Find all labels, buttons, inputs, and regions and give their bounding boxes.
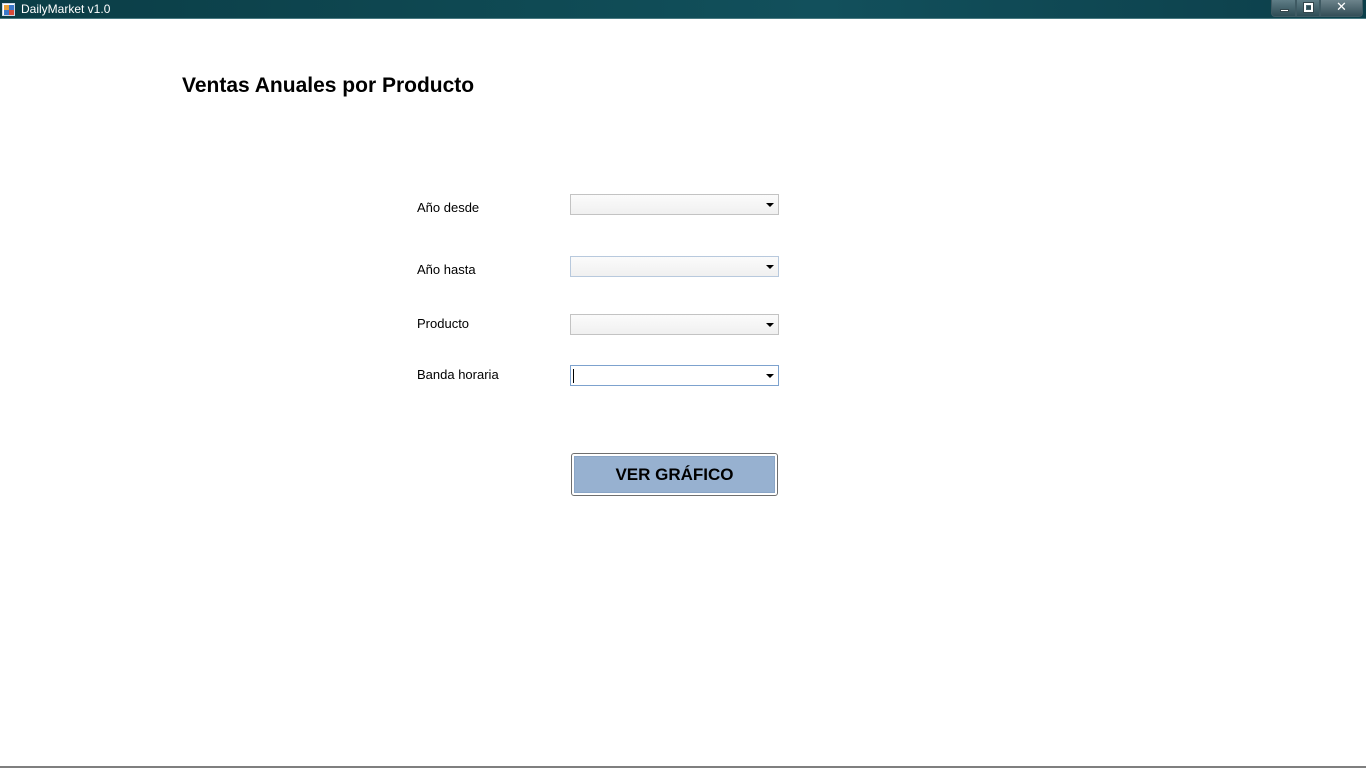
dropdown-arrow-icon[interactable] [766,265,774,269]
ver-grafico-button[interactable]: VER GRÁFICO [571,453,778,496]
ver-grafico-label: VER GRÁFICO [574,456,775,493]
minimize-icon [1280,9,1289,12]
dropdown-arrow-icon[interactable] [766,374,774,378]
producto-label: Producto [417,316,470,331]
banda-horaria-select[interactable] [570,365,779,386]
window-titlebar[interactable]: DailyMarket v1.0 ✕ [0,0,1366,19]
banda-horaria-label: Banda horaria [417,367,499,382]
anio-desde-label: Año desde [417,200,480,215]
producto-select[interactable] [570,314,779,335]
text-caret [573,369,574,383]
maximize-button[interactable] [1296,0,1320,17]
app-icon[interactable] [2,3,15,16]
dropdown-arrow-icon[interactable] [766,323,774,327]
dropdown-arrow-icon[interactable] [766,203,774,207]
page-title: Ventas Anuales por Producto [182,74,475,97]
anio-desde-select[interactable] [570,194,779,215]
window-title: DailyMarket v1.0 [21,2,111,16]
close-icon: ✕ [1336,0,1347,15]
anio-hasta-label: Año hasta [417,262,476,277]
close-button[interactable]: ✕ [1320,0,1363,17]
window-controls: ✕ [1271,0,1363,17]
anio-hasta-select[interactable] [570,256,779,277]
minimize-button[interactable] [1271,0,1296,17]
